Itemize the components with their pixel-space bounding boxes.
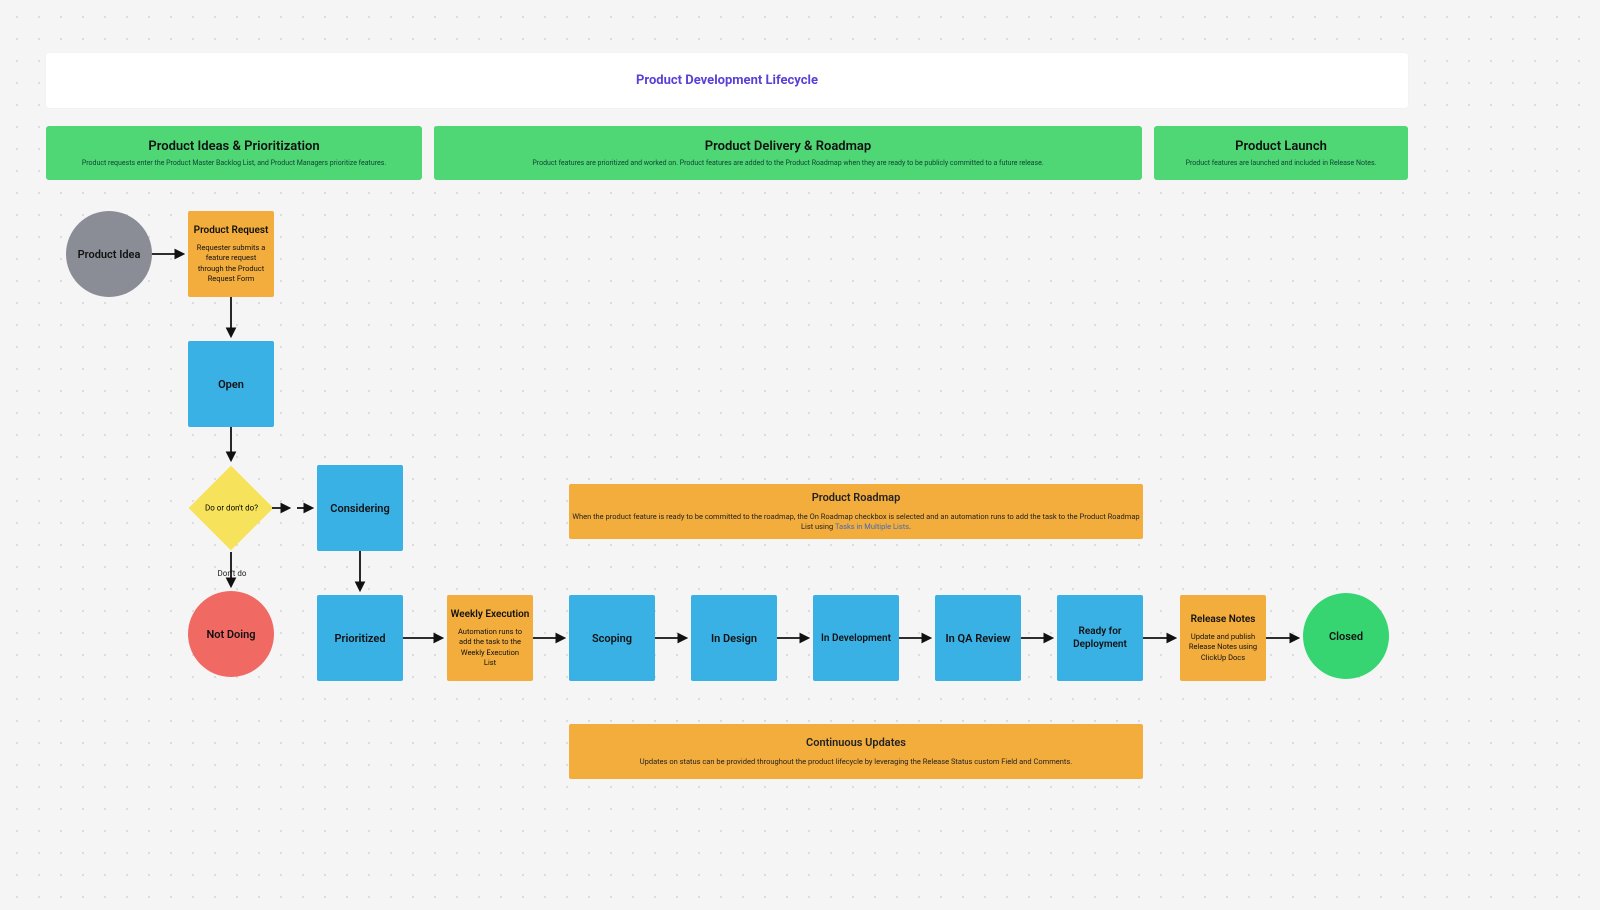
node-open[interactable]: Open — [188, 341, 274, 427]
banner-updates-sub: Updates on status can be provided throug… — [640, 757, 1072, 768]
node-weekly-execution[interactable]: Weekly Execution Automation runs to add … — [447, 595, 533, 681]
diagram-title: Product Development Lifecycle — [46, 53, 1408, 108]
banner-roadmap-link[interactable]: Tasks in Multiple Lists — [835, 522, 909, 531]
node-not-doing[interactable]: Not Doing — [188, 591, 274, 677]
node-decision[interactable]: Do or don't do? — [189, 466, 274, 551]
node-release-notes[interactable]: Release Notes Update and publish Release… — [1180, 595, 1266, 681]
node-open-label: Open — [218, 378, 244, 391]
node-release-notes-title: Release Notes — [1191, 613, 1256, 626]
node-closed-label: Closed — [1329, 630, 1363, 643]
node-product-request[interactable]: Product Request Requester submits a feat… — [188, 211, 274, 297]
node-weekly-sub: Automation runs to add the task to the W… — [447, 627, 533, 668]
phase-delivery[interactable]: Product Delivery & Roadmap Product featu… — [434, 126, 1142, 180]
node-in-qa[interactable]: In QA Review — [935, 595, 1021, 681]
phase-delivery-sub: Product features are prioritized and wor… — [532, 159, 1043, 167]
node-closed[interactable]: Closed — [1303, 593, 1389, 679]
phase-launch-title: Product Launch — [1235, 139, 1327, 154]
node-ready-deploy-label: Ready for Deployment — [1057, 625, 1143, 651]
phase-launch-sub: Product features are launched and includ… — [1186, 159, 1377, 167]
node-scoping-label: Scoping — [592, 632, 632, 645]
node-considering[interactable]: Considering — [317, 465, 403, 551]
node-considering-label: Considering — [330, 502, 389, 515]
title-text: Product Development Lifecycle — [636, 73, 818, 88]
banner-roadmap[interactable]: Product Roadmap When the product feature… — [569, 484, 1143, 539]
node-in-design[interactable]: In Design — [691, 595, 777, 681]
node-product-request-sub: Requester submits a feature request thro… — [188, 243, 274, 284]
phase-ideas-sub: Product requests enter the Product Maste… — [82, 159, 386, 167]
phase-ideas-title: Product Ideas & Prioritization — [148, 139, 319, 154]
phase-delivery-title: Product Delivery & Roadmap — [705, 139, 871, 154]
node-prioritized[interactable]: Prioritized — [317, 595, 403, 681]
node-ready-deploy[interactable]: Ready for Deployment — [1057, 595, 1143, 681]
node-product-request-title: Product Request — [194, 224, 269, 237]
banner-updates[interactable]: Continuous Updates Updates on status can… — [569, 724, 1143, 779]
banner-roadmap-title: Product Roadmap — [812, 491, 901, 504]
node-in-design-label: In Design — [711, 632, 757, 645]
node-product-idea[interactable]: Product Idea — [66, 211, 152, 297]
node-prioritized-label: Prioritized — [334, 632, 385, 645]
diagram-canvas[interactable]: Product Development Lifecycle Product Id… — [0, 0, 1600, 910]
banner-roadmap-sub: When the product feature is ready to be … — [569, 512, 1143, 533]
node-in-dev-label: In Development — [821, 632, 891, 645]
node-weekly-title: Weekly Execution — [451, 608, 530, 621]
phase-launch[interactable]: Product Launch Product features are laun… — [1154, 126, 1408, 180]
node-in-dev[interactable]: In Development — [813, 595, 899, 681]
node-in-qa-label: In QA Review — [946, 632, 1011, 645]
node-not-doing-label: Not Doing — [206, 628, 255, 641]
node-decision-label: Do or don't do? — [205, 503, 258, 513]
phase-ideas[interactable]: Product Ideas & Prioritization Product r… — [46, 126, 422, 180]
node-release-notes-sub: Update and publish Release Notes using C… — [1180, 632, 1266, 662]
banner-updates-title: Continuous Updates — [806, 736, 906, 749]
node-product-idea-label: Product Idea — [78, 248, 141, 261]
edge-label-dont-do: Don't do — [215, 569, 249, 578]
node-scoping[interactable]: Scoping — [569, 595, 655, 681]
